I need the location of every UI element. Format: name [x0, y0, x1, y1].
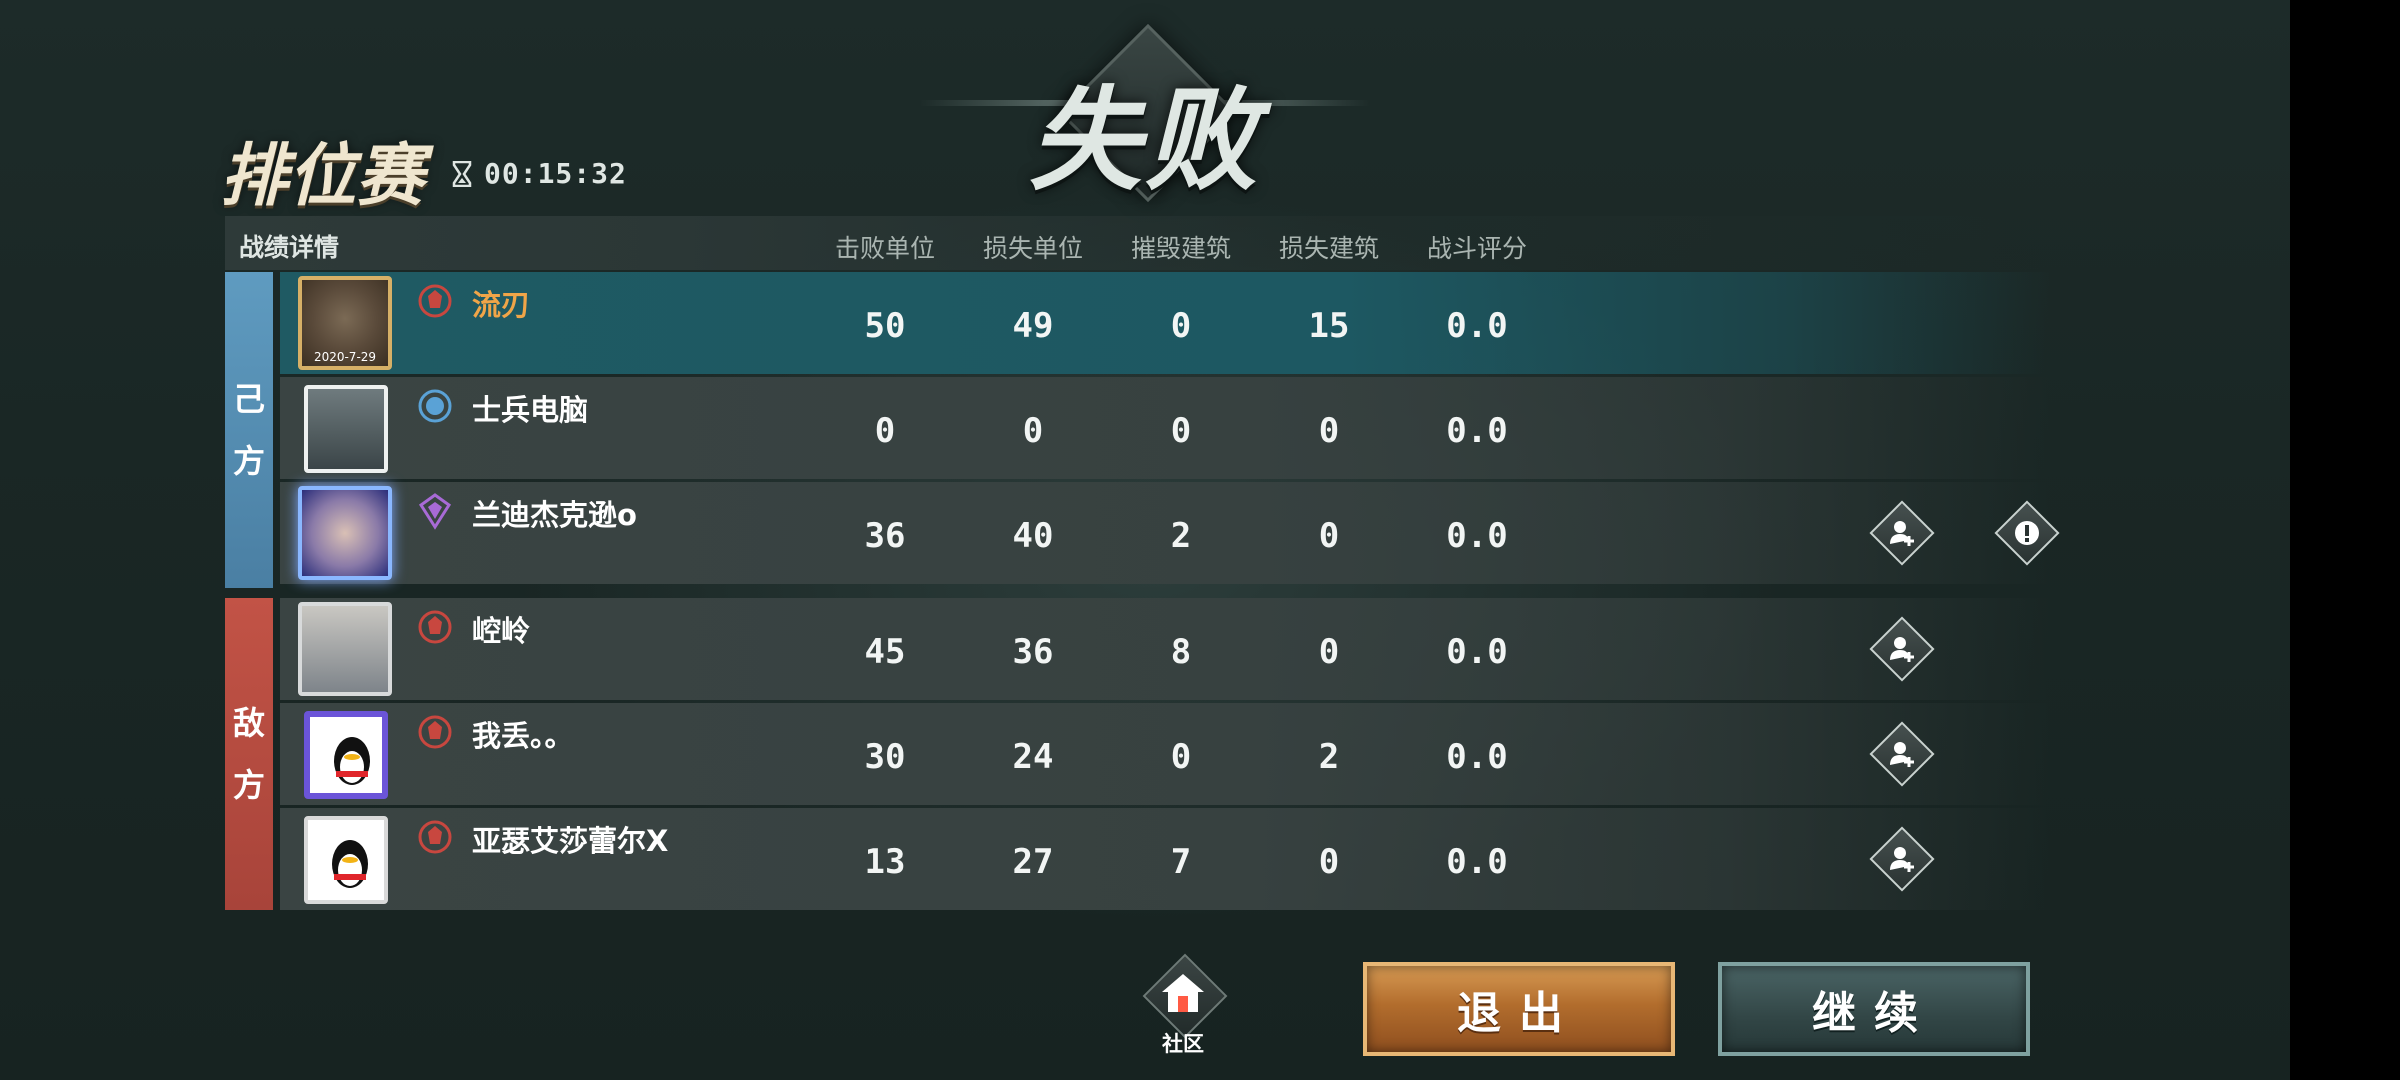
- continue-button[interactable]: 继续: [1718, 962, 2030, 1056]
- losses-value: 40: [1012, 516, 1054, 556]
- col-header-destroyed: 摧毁建筑: [1130, 234, 1231, 263]
- player-name: 亚瑟艾莎蕾尔X: [472, 824, 669, 858]
- lost-buildings-value: 15: [1308, 306, 1350, 346]
- add-friend-icon: [1890, 637, 1914, 662]
- kills-value: 36: [864, 516, 906, 556]
- report-icon: [2015, 521, 2039, 545]
- destroyed-value: 0: [1170, 737, 1192, 777]
- report-button[interactable]: [1994, 500, 2060, 566]
- ally-label-char-2: 方: [232, 442, 265, 480]
- add-friend-button[interactable]: [1869, 826, 1935, 892]
- enemy-label-char-1: 敌: [232, 704, 265, 742]
- red-rank-icon: [418, 610, 452, 644]
- result-emblem: 失败: [920, 23, 1370, 210]
- enemy-rows: 崆岭 45 36 8 0 0.0 我丢。。 30 24 0 2 0.0 亚瑟艾莎…: [280, 598, 2050, 913]
- player-row[interactable]: 兰迪杰克逊o 36 40 2 0 0.0: [280, 482, 2060, 584]
- player-avatar[interactable]: [298, 602, 392, 696]
- col-header-lost-buildings: 损失建筑: [1278, 234, 1379, 263]
- player-row[interactable]: 士兵电脑 0 0 0 0 0.0: [280, 377, 2050, 479]
- kills-value: 13: [864, 842, 906, 882]
- player-row[interactable]: 我丢。。 30 24 0 2 0.0: [280, 703, 2050, 805]
- score-value: 0.0: [1446, 516, 1508, 556]
- table-header: 战绩详情 击败单位 损失单位 摧毁建筑 损失建筑 战斗评分: [225, 216, 2045, 270]
- col-header-score: 战斗评分: [1426, 234, 1527, 263]
- destroyed-value: 0: [1170, 306, 1192, 346]
- hourglass-icon: [452, 160, 472, 187]
- lost-buildings-value: 0: [1318, 516, 1340, 556]
- player-row[interactable]: 2020-7-29 流刃 50 49 0 15 0.0: [280, 272, 2050, 374]
- player-name: 我丢。。: [472, 719, 574, 753]
- losses-value: 36: [1012, 632, 1054, 672]
- mode-title: 排位赛: [220, 137, 425, 216]
- destroyed-value: 8: [1170, 632, 1192, 672]
- player-name: 兰迪杰克逊o: [472, 498, 637, 532]
- qq-penguin-icon: [332, 840, 368, 888]
- add-friend-button[interactable]: [1869, 616, 1935, 682]
- player-avatar[interactable]: [304, 385, 388, 473]
- destroyed-value: 7: [1170, 842, 1192, 882]
- kills-value: 0: [874, 411, 896, 451]
- player-avatar[interactable]: 2020-7-29: [298, 276, 392, 370]
- screen-edge: [2290, 0, 2400, 1080]
- losses-value: 24: [1012, 737, 1054, 777]
- player-name: 崆岭: [472, 614, 531, 648]
- kills-value: 45: [864, 632, 906, 672]
- lost-buildings-value: 0: [1318, 411, 1340, 451]
- red-rank-icon: [418, 820, 452, 854]
- community-button[interactable]: 社区: [1133, 953, 1233, 1056]
- blue-rank-icon: [418, 389, 452, 423]
- score-value: 0.0: [1446, 306, 1508, 346]
- home-icon: [1162, 974, 1204, 1012]
- losses-value: 27: [1012, 842, 1054, 882]
- col-header-losses: 损失单位: [982, 234, 1083, 263]
- ally-team-band: 己 方: [225, 272, 273, 588]
- add-friend-button[interactable]: [1869, 721, 1935, 787]
- col-header-kills: 击败单位: [834, 234, 935, 263]
- losses-value: 0: [1022, 411, 1044, 451]
- kills-value: 50: [864, 306, 906, 346]
- losses-value: 49: [1012, 306, 1054, 346]
- add-friend-icon: [1890, 521, 1914, 546]
- player-avatar[interactable]: [298, 486, 392, 580]
- qq-penguin-icon: [334, 737, 370, 785]
- purple-rank-icon: [418, 493, 452, 530]
- score-value: 0.0: [1446, 411, 1508, 451]
- player-avatar[interactable]: [304, 711, 388, 799]
- enemy-label-char-2: 方: [232, 766, 265, 804]
- enemy-team-band: 敌 方: [225, 598, 273, 910]
- score-table: 战绩详情 击败单位 损失单位 摧毁建筑 损失建筑 战斗评分: [225, 216, 2045, 270]
- result-title: 失败: [1029, 76, 1261, 206]
- add-friend-button[interactable]: [1869, 500, 1935, 566]
- ally-label-char-1: 己: [232, 380, 265, 418]
- add-friend-icon: [1890, 742, 1914, 767]
- header-label: 战绩详情: [239, 233, 340, 262]
- timer-value: 00:15:32: [484, 157, 627, 190]
- player-row[interactable]: 崆岭 45 36 8 0 0.0: [280, 598, 2050, 700]
- community-label: 社区: [1162, 1032, 1204, 1056]
- lost-buildings-value: 0: [1318, 632, 1340, 672]
- avatar-date-caption: 2020-7-29: [313, 350, 377, 364]
- ally-rows: 2020-7-29 流刃 50 49 0 15 0.0 士兵电脑 0 0 0 0…: [280, 272, 2060, 587]
- lost-buildings-value: 0: [1318, 842, 1340, 882]
- destroyed-value: 0: [1170, 411, 1192, 451]
- lost-buildings-value: 2: [1318, 737, 1340, 777]
- kills-value: 30: [864, 737, 906, 777]
- red-rank-icon: [418, 284, 452, 318]
- score-value: 0.0: [1446, 842, 1508, 882]
- player-row[interactable]: 亚瑟艾莎蕾尔X 13 27 7 0 0.0: [280, 808, 2050, 910]
- player-name: 士兵电脑: [472, 393, 589, 427]
- red-rank-icon: [418, 715, 452, 749]
- match-timer: 00:15:32: [452, 157, 627, 190]
- score-value: 0.0: [1446, 632, 1508, 672]
- score-value: 0.0: [1446, 737, 1508, 777]
- add-friend-icon: [1890, 847, 1914, 872]
- player-avatar[interactable]: [304, 816, 388, 904]
- destroyed-value: 2: [1170, 516, 1192, 556]
- player-name: 流刃: [472, 288, 531, 322]
- exit-button[interactable]: 退出: [1363, 962, 1675, 1056]
